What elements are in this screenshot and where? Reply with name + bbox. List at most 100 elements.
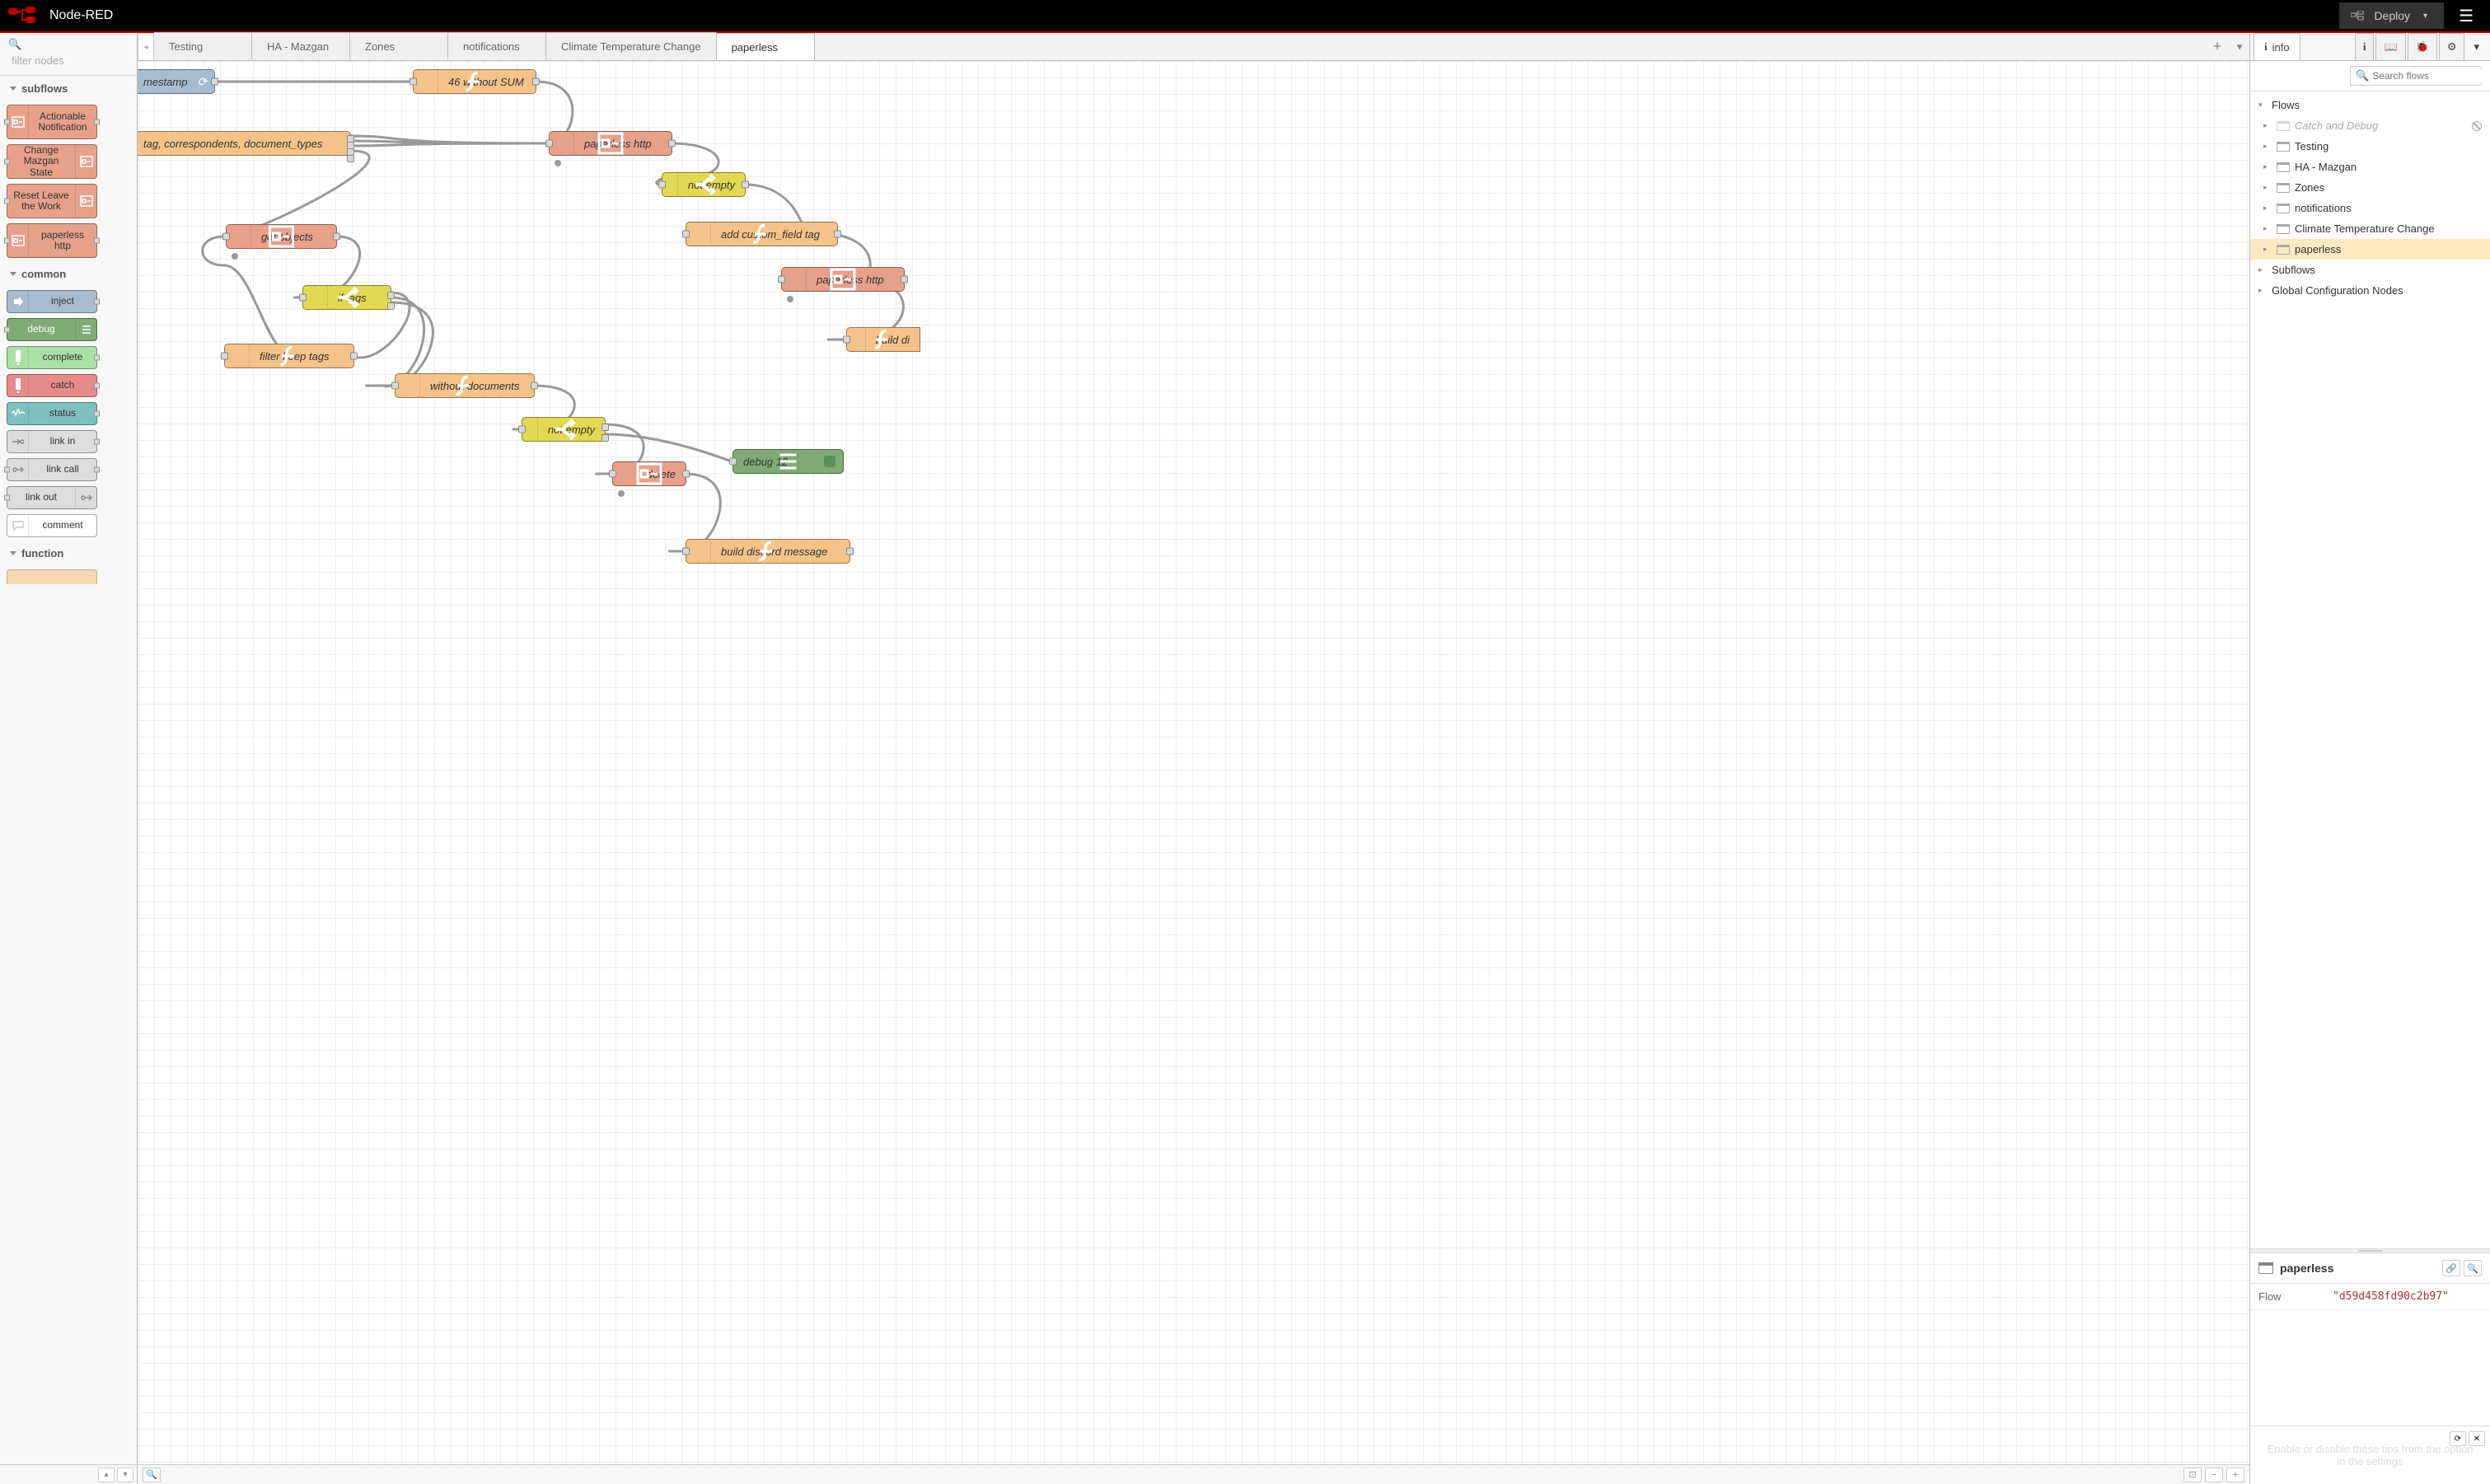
tree-global-config-header[interactable]: ▸Global Configuration Nodes [2250, 280, 2490, 301]
inject-tags-node[interactable]: tag, correspondents, document_types [138, 131, 351, 156]
comment-icon [7, 515, 29, 536]
info-link-button[interactable]: 🔗 [2442, 1260, 2460, 1276]
palette-collapse-up-button[interactable]: ▴ [98, 1468, 115, 1482]
function-build-di-node[interactable]: build di [846, 327, 920, 352]
palette-node-debug[interactable]: debug [7, 318, 97, 341]
sidebar-outline-tree: ▾Flows ▸Catch and Debug▸Testing▸HA - Maz… [2250, 91, 2490, 304]
tree-flow-paperless[interactable]: ▸paperless [2250, 239, 2490, 260]
tree-flow-testing[interactable]: ▸Testing [2250, 136, 2490, 157]
info-title: paperless [2280, 1262, 2436, 1275]
link-in-icon [7, 431, 29, 452]
hamburger-menu-button[interactable]: ☰ [2450, 1, 2482, 31]
function-icon [395, 374, 420, 397]
debug-icon [75, 319, 96, 340]
function-add-custom-field-node[interactable]: add custom_field tag [686, 222, 838, 246]
tips-refresh-button[interactable]: ⟳ [2450, 1431, 2466, 1446]
navigator-button[interactable]: 🔍 [143, 1468, 161, 1482]
zoom-reset-button[interactable]: ⊡ [2183, 1468, 2202, 1482]
sidebar-tab-info[interactable]: iinfo [2254, 33, 2300, 60]
tab-testing[interactable]: Testing [154, 32, 252, 59]
palette-category-common[interactable]: common [0, 261, 137, 287]
tree-flow-zones[interactable]: ▸Zones [2250, 177, 2490, 198]
sidebar-tab-book[interactable]: 📖 [2375, 33, 2405, 60]
sidebar-tab-menu[interactable]: ▾ [2466, 33, 2487, 60]
function-filter-keep-tags-node[interactable]: filter keep tags [224, 344, 354, 368]
sidebar-tab-debug[interactable]: 🐞 [2408, 33, 2437, 60]
function-without-documents-node[interactable]: without documents [395, 373, 535, 398]
subflow-paperless-http-1-node[interactable]: paperless http [549, 131, 672, 156]
info-icon: i [2363, 40, 2366, 54]
tips-close-button[interactable]: ✕ [2469, 1431, 2485, 1446]
gear-icon: ⚙ [2447, 40, 2457, 54]
info-prop-value: "d59d458fd90c2b97" [2324, 1284, 2457, 1309]
tab-ha-mazgan[interactable]: HA - Mazgan [251, 32, 350, 59]
palette-node-inject[interactable]: inject [7, 290, 97, 313]
tree-flow-catch-and-debug[interactable]: ▸Catch and Debug [2250, 115, 2490, 136]
zoom-in-button[interactable]: + [2226, 1468, 2244, 1482]
tab-bar: ◂ TestingHA - MazganZonesnotificationsCl… [138, 33, 2249, 61]
palette-node-change-mazgan[interactable]: Change Mazgan State [7, 144, 97, 179]
subflow-paperless-http-2-node[interactable]: paperless http [781, 267, 905, 292]
switch-not-empty-2-node[interactable]: not empty [522, 417, 606, 442]
palette-category-function[interactable]: function [0, 541, 137, 566]
palette-node-link-in[interactable]: link in [7, 430, 97, 453]
sidebar-tab-help[interactable]: i [2355, 33, 2375, 60]
palette-collapse-down-button[interactable]: ▾ [117, 1468, 133, 1482]
tab-add-button[interactable]: + [2205, 33, 2230, 60]
debug-toggle-button[interactable] [824, 456, 835, 467]
tab-zones[interactable]: Zones [349, 32, 448, 59]
info-properties: Flow "d59d458fd90c2b97" [2250, 1284, 2490, 1310]
debug-12-node[interactable]: debug 12 [732, 449, 844, 474]
tab-menu-button[interactable]: ▾ [2230, 33, 2249, 60]
tree-flows-header[interactable]: ▾Flows [2250, 95, 2490, 115]
subflow-delete-node[interactable]: delete [612, 461, 686, 486]
tab-paperless[interactable]: paperless [716, 33, 815, 60]
tab-notifications[interactable]: notifications [447, 32, 546, 59]
bug-icon: 🐞 [2416, 40, 2429, 54]
switch-if-tags-node[interactable]: if tags [302, 285, 391, 310]
workspace: ◂ TestingHA - MazganZonesnotificationsCl… [138, 33, 2249, 1484]
inject-icon [7, 291, 29, 312]
palette-node-status[interactable]: status [7, 402, 97, 425]
status-icon [7, 403, 29, 424]
tree-subflows-header[interactable]: ▸Subflows [2250, 260, 2490, 280]
sidebar-panel: iinfo i 📖 🐞 ⚙ ▾ 🔍 ▾ ▾Flows ▸Catch and De… [2249, 33, 2490, 1484]
switch-not-empty-1-node[interactable]: not empty [662, 172, 746, 197]
palette-node-complete[interactable]: complete [7, 346, 97, 369]
palette-filter: 🔍 [0, 33, 137, 76]
flow-icon [2277, 224, 2290, 234]
subflow-icon [7, 224, 29, 257]
function-icon [686, 222, 711, 246]
tree-flow-notifications[interactable]: ▸notifications [2250, 198, 2490, 218]
flow-icon [2277, 142, 2290, 152]
function-46-without-sum-node[interactable]: 46 without SUM [413, 69, 536, 94]
function-build-discord-node[interactable]: build discord message [686, 539, 850, 564]
info-search-button[interactable]: 🔍 [2464, 1260, 2482, 1276]
inject-timestamp-node[interactable]: mestamp⟳ [138, 69, 215, 94]
palette-node-reset-leave[interactable]: Reset Leave the Work [7, 184, 97, 218]
palette-category-subflows[interactable]: subflows [0, 76, 137, 101]
tab-scroll-left-button[interactable]: ◂ [138, 33, 154, 60]
sidebar-search-input[interactable] [2372, 70, 2490, 82]
subflow-get-objects-node[interactable]: get objects [226, 224, 337, 249]
zoom-out-button[interactable]: − [2205, 1468, 2223, 1482]
palette-node-catch[interactable]: catch [7, 374, 97, 397]
palette-node-comment[interactable]: comment [7, 514, 97, 537]
tab-climate-temperature-change[interactable]: Climate Temperature Change [545, 32, 717, 59]
palette-node-link-out[interactable]: link out [7, 486, 97, 509]
canvas[interactable]: mestamp⟳ 46 without SUM tag, corresponde… [138, 61, 2249, 1464]
info-prop-key: Flow [2250, 1284, 2324, 1309]
palette-node-function-peek[interactable] [7, 569, 97, 584]
palette-node-link-call[interactable]: link call [7, 458, 97, 481]
app-title: Node-RED [49, 8, 113, 23]
palette-node-paperless-http[interactable]: paperless http [7, 223, 97, 258]
deploy-button[interactable]: Deploy [2339, 2, 2444, 29]
function-icon [225, 344, 250, 367]
tree-flow-ha-mazgan[interactable]: ▸HA - Mazgan [2250, 157, 2490, 177]
palette-filter-input[interactable] [8, 51, 129, 70]
sidebar-tab-config[interactable]: ⚙ [2439, 33, 2465, 60]
palette-footer: ▴ ▾ [0, 1464, 137, 1484]
palette-node-actionable-notification[interactable]: Actionable Notification [7, 105, 97, 139]
tree-flow-climate-temperature-change[interactable]: ▸Climate Temperature Change [2250, 218, 2490, 239]
catch-icon [7, 375, 29, 396]
